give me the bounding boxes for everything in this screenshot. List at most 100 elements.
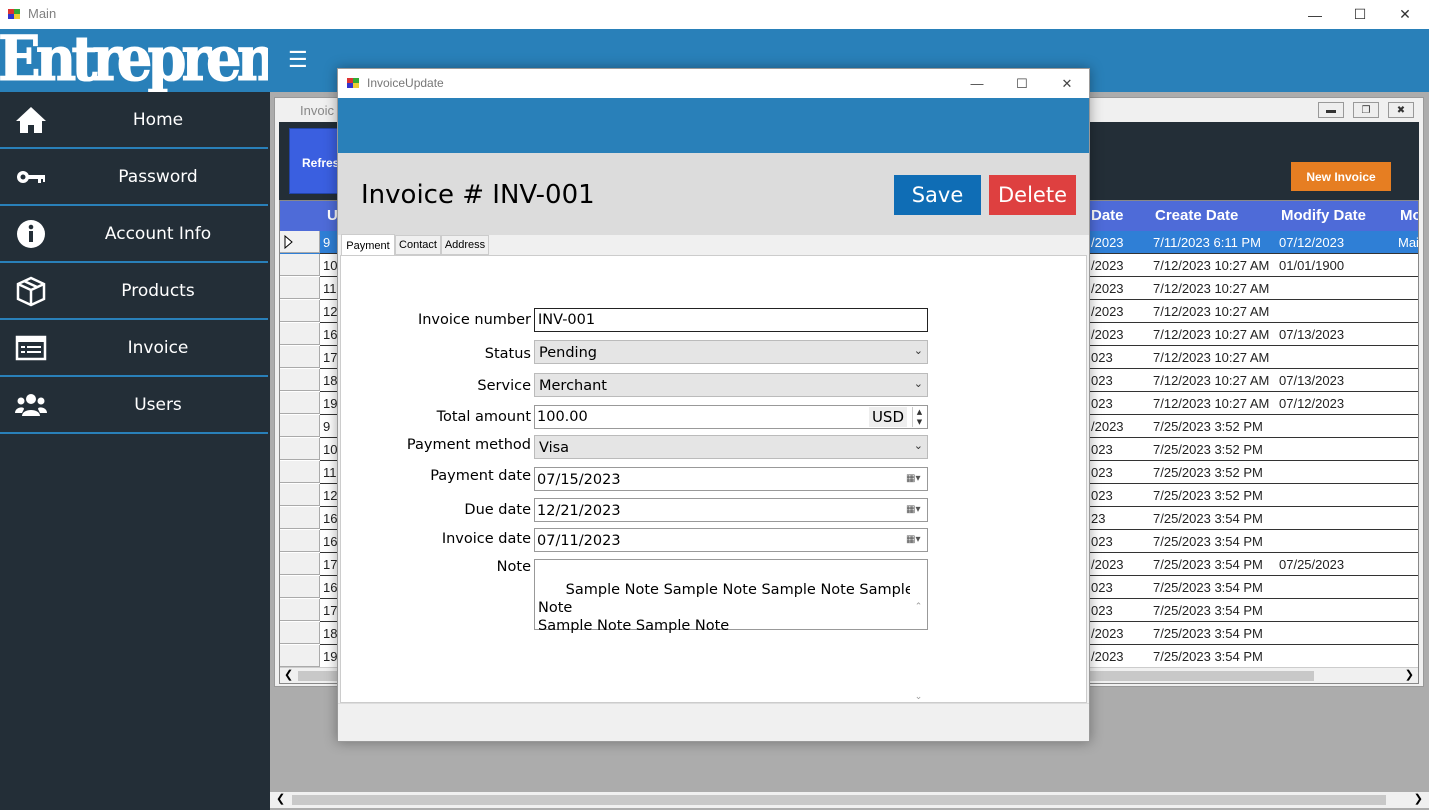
row-header[interactable]: [280, 461, 320, 483]
table-cell-create[interactable]: 7/25/2023 3:54 PM: [1153, 603, 1263, 618]
table-cell-create[interactable]: 7/12/2023 10:27 AM: [1153, 373, 1269, 388]
status-select[interactable]: Pending ⌄: [534, 340, 928, 364]
table-cell-create[interactable]: 7/25/2023 3:54 PM: [1153, 557, 1263, 572]
table-cell-date[interactable]: 023: [1091, 373, 1113, 388]
table-cell-id[interactable]: 19: [323, 396, 337, 411]
sidebar-item-invoice[interactable]: Invoice: [0, 320, 268, 377]
row-header[interactable]: [280, 530, 320, 552]
due-date-picker[interactable]: 12/21/2023 ▦▾: [534, 498, 928, 522]
table-cell-id[interactable]: 18: [323, 373, 337, 388]
total-amount-input[interactable]: 100.00 USD ▲ ▼: [534, 405, 928, 429]
column-header[interactable]: Create Date: [1155, 207, 1238, 224]
row-header[interactable]: [280, 438, 320, 460]
table-cell-date[interactable]: 023: [1091, 350, 1113, 365]
sidebar-item-password[interactable]: Password: [0, 149, 268, 206]
table-cell-date[interactable]: /2023: [1091, 235, 1124, 250]
table-cell-create[interactable]: 7/25/2023 3:54 PM: [1153, 534, 1263, 549]
row-header[interactable]: [280, 392, 320, 414]
table-cell-modify[interactable]: 07/13/2023: [1279, 327, 1344, 342]
table-cell-id[interactable]: 17: [323, 603, 337, 618]
table-cell-create[interactable]: 7/12/2023 10:27 AM: [1153, 350, 1269, 365]
row-header[interactable]: [280, 553, 320, 575]
scrollbar-thumb[interactable]: [292, 795, 1386, 805]
table-cell-date[interactable]: /2023: [1091, 649, 1124, 664]
table-cell-create[interactable]: 7/25/2023 3:54 PM: [1153, 511, 1263, 526]
invoice-number-input[interactable]: INV-001: [534, 308, 928, 332]
dialog-maximize-button[interactable]: ☐: [999, 69, 1045, 98]
table-cell-id[interactable]: 17: [323, 350, 337, 365]
table-cell-create[interactable]: 7/25/2023 3:52 PM: [1153, 465, 1263, 480]
table-cell-create[interactable]: 7/25/2023 3:54 PM: [1153, 649, 1263, 664]
table-cell-mo[interactable]: Mai: [1398, 235, 1418, 250]
column-header[interactable]: Mo: [1400, 207, 1418, 224]
table-cell-modify[interactable]: 07/12/2023: [1279, 235, 1344, 250]
sidebar-item-products[interactable]: Products: [0, 263, 268, 320]
table-cell-create[interactable]: 7/25/2023 3:52 PM: [1153, 442, 1263, 457]
table-cell-id[interactable]: 11: [323, 281, 337, 296]
row-header[interactable]: [280, 300, 320, 322]
table-cell-create[interactable]: 7/25/2023 3:52 PM: [1153, 419, 1263, 434]
note-textarea[interactable]: Sample Note Sample Note Sample Note Samp…: [534, 559, 928, 702]
table-cell-date[interactable]: 023: [1091, 488, 1113, 503]
delete-button[interactable]: Delete: [989, 175, 1076, 215]
table-cell-id[interactable]: 17: [323, 557, 337, 572]
row-header[interactable]: [280, 484, 320, 506]
table-cell-date[interactable]: 023: [1091, 442, 1113, 457]
row-header[interactable]: [280, 645, 320, 667]
table-cell-date[interactable]: /2023: [1091, 258, 1124, 273]
table-cell-modify[interactable]: 07/25/2023: [1279, 557, 1344, 572]
table-cell-id[interactable]: 16: [323, 534, 337, 549]
dialog-minimize-button[interactable]: —: [954, 69, 1000, 98]
service-select[interactable]: Merchant ⌄: [534, 373, 928, 397]
row-header[interactable]: [280, 346, 320, 368]
hamburger-menu-button[interactable]: ☰: [288, 48, 312, 72]
table-cell-date[interactable]: 023: [1091, 465, 1113, 480]
table-cell-id[interactable]: 16: [323, 327, 337, 342]
close-button[interactable]: ✕: [1382, 0, 1428, 29]
table-cell-create[interactable]: 7/25/2023 3:52 PM: [1153, 488, 1263, 503]
table-cell-modify[interactable]: 07/12/2023: [1279, 396, 1344, 411]
table-cell-create[interactable]: 7/11/2023 6:11 PM: [1153, 235, 1261, 250]
row-header[interactable]: [280, 231, 320, 253]
column-header[interactable]: Date: [1091, 207, 1124, 224]
table-cell-date[interactable]: 023: [1091, 534, 1113, 549]
child-minimize-button[interactable]: ▬: [1318, 102, 1344, 118]
table-cell-create[interactable]: 7/12/2023 10:27 AM: [1153, 281, 1269, 296]
table-cell-create[interactable]: 7/12/2023 10:27 AM: [1153, 327, 1269, 342]
payment-date-picker[interactable]: 07/15/2023 ▦▾: [534, 467, 928, 491]
tab-address[interactable]: Address: [441, 235, 489, 255]
row-header[interactable]: [280, 369, 320, 391]
tab-contact[interactable]: Contact: [395, 235, 441, 255]
child-close-button[interactable]: ✖: [1388, 102, 1414, 118]
row-header[interactable]: [280, 254, 320, 276]
table-cell-date[interactable]: 023: [1091, 580, 1113, 595]
row-header[interactable]: [280, 277, 320, 299]
table-cell-id[interactable]: 11: [323, 465, 337, 480]
row-header[interactable]: [280, 599, 320, 621]
table-cell-id[interactable]: 12: [323, 304, 337, 319]
sidebar-item-home[interactable]: Home: [0, 92, 268, 149]
sidebar-item-users[interactable]: Users: [0, 377, 268, 434]
table-cell-date[interactable]: 023: [1091, 396, 1113, 411]
row-header[interactable]: [280, 622, 320, 644]
calendar-icon[interactable]: ▦▾: [906, 504, 922, 517]
table-cell-date[interactable]: /2023: [1091, 419, 1124, 434]
maximize-button[interactable]: ☐: [1337, 0, 1383, 29]
table-cell-date[interactable]: /2023: [1091, 557, 1124, 572]
table-cell-id[interactable]: 16: [323, 580, 337, 595]
note-vertical-scrollbar[interactable]: ⌃ ⌄: [910, 560, 927, 702]
table-cell-id[interactable]: 9: [323, 419, 330, 434]
table-cell-create[interactable]: 7/25/2023 3:54 PM: [1153, 626, 1263, 641]
table-cell-date[interactable]: /2023: [1091, 281, 1124, 296]
table-cell-id[interactable]: 16: [323, 511, 337, 526]
row-header[interactable]: [280, 415, 320, 437]
calendar-icon[interactable]: ▦▾: [906, 473, 922, 486]
calendar-icon[interactable]: ▦▾: [906, 534, 922, 547]
save-button[interactable]: Save: [894, 175, 981, 215]
invoice-date-picker[interactable]: 07/11/2023 ▦▾: [534, 528, 928, 552]
table-cell-id[interactable]: 9: [323, 235, 330, 250]
table-cell-date[interactable]: 23: [1091, 511, 1105, 526]
row-header[interactable]: [280, 507, 320, 529]
table-cell-create[interactable]: 7/25/2023 3:54 PM: [1153, 580, 1263, 595]
table-cell-id[interactable]: 19: [323, 649, 337, 664]
